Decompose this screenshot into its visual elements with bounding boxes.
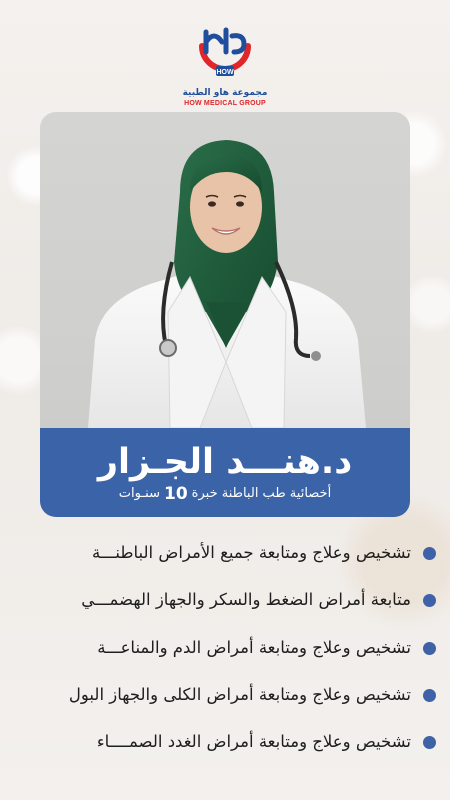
service-text: متابعة أمراض الضغط والسكر والجهاز الهضمـ… [81,590,411,609]
bullet-icon [423,641,436,655]
doctor-name-banner: د.هنـــد الجـزار أخصائية طب الباطنة خبرة… [40,428,410,517]
bullet-icon [423,546,436,560]
doctor-specialty: أخصائية طب الباطنة خبرة 10 سنـوات [119,484,331,504]
logo-arabic-name: مجموعة هاو الطبية [182,88,268,98]
how-logo-icon: HOW [199,27,251,76]
brand-logo: HOW مجموعة هاو الطبية HOW MEDICAL GROUP [0,22,450,108]
logo-english-name: HOW MEDICAL GROUP [184,100,266,107]
doctor-photo [88,140,366,428]
logo-badge: HOW [216,69,234,76]
bullet-icon [423,593,436,607]
experience-years: 10 [163,483,188,504]
service-text: تشخيص وعلاج ومتابعة أمراض الكلى والجهاز … [68,685,411,704]
doctor-card: د.هنـــد الجـزار أخصائية طب الباطنة خبرة… [40,112,410,517]
specialty-text: أخصائية طب الباطنة خبرة [191,485,332,501]
bullet-icon [423,688,436,702]
years-unit: سنـوات [118,485,160,501]
service-text: تشخيص وعلاج ومتابعة أمراض الدم والمناعــ… [97,638,411,657]
list-item: متابعة أمراض الضغط والسكر والجهاز الهضمـ… [14,588,436,612]
bullet-icon [423,735,436,749]
list-item: تشخيص وعلاج ومتابعة أمراض الغدد الصمــــ… [14,730,436,754]
list-item: تشخيص وعلاج ومتابعة جميع الأمراض الباطنـ… [14,541,436,565]
list-item: تشخيص وعلاج ومتابعة أمراض الكلى والجهاز … [14,683,436,707]
doctor-name: د.هنـــد الجـزار [97,441,353,482]
service-text: تشخيص وعلاج ومتابعة جميع الأمراض الباطنـ… [92,543,411,562]
list-item: تشخيص وعلاج ومتابعة أمراض الدم والمناعــ… [14,636,436,660]
service-text: تشخيص وعلاج ومتابعة أمراض الغدد الصمــــ… [96,732,411,751]
